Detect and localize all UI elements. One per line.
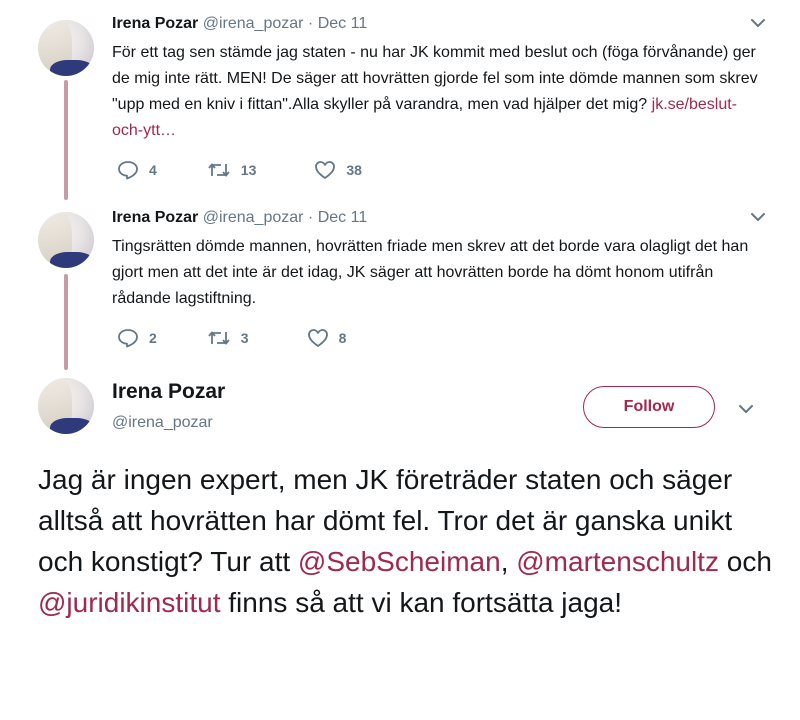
reply-count: 2 — [149, 330, 157, 346]
tweet-header: Irena Pozar @irena_pozar · Dec 11 — [112, 208, 768, 228]
like-button[interactable]: 38 — [314, 160, 362, 180]
separator: · — [307, 15, 314, 32]
tweet-text: Tingsrätten dömde mannen, hovrätten fria… — [112, 238, 749, 307]
retweet-icon — [208, 331, 230, 345]
like-count: 8 — [338, 330, 347, 346]
main-text-part: , — [500, 546, 517, 577]
caret-down-icon[interactable] — [748, 210, 768, 224]
thread-line-2 — [64, 274, 68, 370]
reply-icon — [118, 161, 138, 180]
tweet-1[interactable]: Irena Pozar @irena_pozar · Dec 11 För et… — [112, 14, 768, 144]
tweet-date[interactable]: Dec 11 — [318, 15, 368, 32]
main-author-handle[interactable]: @irena_pozar — [112, 414, 213, 432]
like-button[interactable]: 8 — [307, 328, 347, 348]
main-tweet-text: Jag är ingen expert, men JK företräder s… — [38, 459, 778, 623]
tweet-date[interactable]: Dec 11 — [318, 209, 368, 226]
avatar[interactable] — [38, 20, 94, 76]
separator: · — [307, 209, 314, 226]
tweet-header: Irena Pozar @irena_pozar · Dec 11 — [112, 14, 768, 34]
tweet-actions: 2 3 8 — [117, 328, 394, 348]
thread-line-1 — [64, 80, 68, 200]
like-icon — [307, 329, 328, 347]
tweet-text: För ett tag sen stämde jag staten - nu h… — [112, 40, 768, 144]
tweet-2[interactable]: Irena Pozar @irena_pozar · Dec 11 Tingsr… — [112, 208, 768, 312]
follow-button[interactable]: Follow — [583, 386, 715, 428]
retweet-count: 13 — [240, 162, 257, 178]
mention-martenschultz[interactable]: @martenschultz — [516, 546, 719, 577]
author-handle[interactable]: @irena_pozar — [203, 15, 304, 32]
author-handle[interactable]: @irena_pozar — [203, 209, 304, 226]
like-count: 38 — [346, 162, 362, 178]
retweet-icon — [208, 163, 230, 177]
like-icon — [315, 161, 336, 179]
tweet-actions: 4 13 38 — [117, 160, 410, 180]
mention-juridikinstitut[interactable]: @juridikinstitut — [38, 587, 220, 618]
retweet-button[interactable]: 13 — [207, 161, 257, 179]
caret-down-icon[interactable] — [736, 402, 756, 416]
main-text-part: finns så att vi kan fortsätta jaga! — [220, 587, 623, 618]
author-name[interactable]: Irena Pozar — [112, 15, 198, 32]
avatar[interactable] — [38, 378, 94, 434]
mention-sebscheiman[interactable]: @SebScheiman — [298, 546, 501, 577]
retweet-count: 3 — [240, 330, 249, 346]
author-name[interactable]: Irena Pozar — [112, 209, 198, 226]
main-author-name[interactable]: Irena Pozar — [112, 380, 225, 404]
main-text-part: och — [718, 546, 772, 577]
caret-down-icon[interactable] — [748, 16, 768, 30]
retweet-button[interactable]: 3 — [207, 329, 249, 347]
reply-button[interactable]: 2 — [117, 328, 157, 348]
reply-button[interactable]: 4 — [117, 160, 157, 180]
reply-icon — [118, 329, 138, 348]
reply-count: 4 — [149, 162, 157, 178]
avatar[interactable] — [38, 212, 94, 268]
